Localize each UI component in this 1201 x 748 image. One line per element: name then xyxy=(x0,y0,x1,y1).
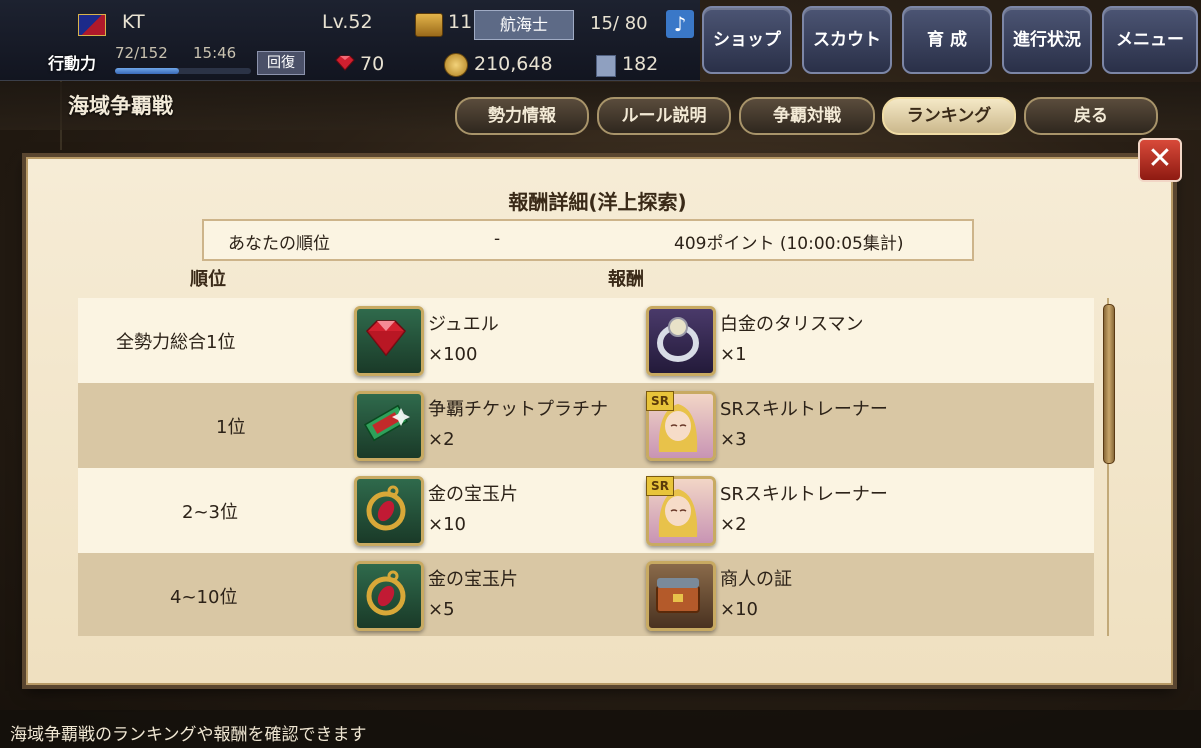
page-title: 海域争覇戦 xyxy=(68,94,173,118)
train-button[interactable]: 育 成 xyxy=(902,6,992,74)
action-power-bar xyxy=(115,68,251,74)
my-points: 409ポイント (10:00:05集計) xyxy=(674,234,904,254)
document-count: 182 xyxy=(622,53,659,75)
sr-badge: SR xyxy=(646,476,674,496)
faction-flag-icon xyxy=(78,14,106,36)
dialog-title: 報酬詳細(洋上探索) xyxy=(508,190,687,214)
reward-list[interactable]: 全勢力総合1位 ジュエル ×100 白金のタリスマン ×1 1位 争覇チケットプ… xyxy=(78,298,1094,636)
tab-battle[interactable]: 争覇対戦 xyxy=(739,97,875,135)
gold-count: 210,648 xyxy=(474,53,553,75)
rank-label: 全勢力総合1位 xyxy=(116,332,236,353)
action-power-value: 72/152 xyxy=(115,44,168,62)
reward-qty: ×2 xyxy=(428,429,455,450)
crew-count: 15/ 80 xyxy=(590,13,648,34)
column-rank-header: 順位 xyxy=(190,269,226,290)
reward-name: 争覇チケットプラチナ xyxy=(428,399,608,420)
reward-name: SRスキルトレーナー xyxy=(720,484,888,505)
progress-button[interactable]: 進行状況 xyxy=(1002,6,1092,74)
platinum-talisman-icon xyxy=(646,306,716,376)
list-scrollbar[interactable] xyxy=(1101,298,1115,636)
action-power-fill xyxy=(115,68,179,74)
tab-ranking[interactable]: ランキング xyxy=(882,97,1016,135)
chest-count: 11 xyxy=(448,11,473,33)
shop-button[interactable]: ショップ xyxy=(702,6,792,74)
rank-label: 1位 xyxy=(216,417,246,438)
ticket-icon xyxy=(354,391,424,461)
column-reward-header: 報酬 xyxy=(608,269,644,290)
reward-qty: ×10 xyxy=(720,599,758,620)
gold-coin-icon xyxy=(444,53,468,77)
player-name: KT xyxy=(122,11,145,33)
gold-gem-fragment-icon xyxy=(354,561,424,631)
music-icon[interactable]: ♪ xyxy=(666,10,694,38)
main-menu-button[interactable]: メニュー xyxy=(1102,6,1198,74)
my-rank-box: あなたの順位 - 409ポイント (10:00:05集計) xyxy=(202,219,974,261)
reward-qty: ×3 xyxy=(720,429,747,450)
rank-label: 4~10位 xyxy=(170,587,238,608)
sr-badge: SR xyxy=(646,391,674,411)
gold-gem-fragment-icon xyxy=(354,476,424,546)
reward-qty: ×100 xyxy=(428,344,478,365)
jewel-currency-icon xyxy=(335,55,355,71)
scroll-thumb[interactable] xyxy=(1103,304,1115,464)
back-button[interactable]: 戻る xyxy=(1024,97,1158,135)
jewel-count: 70 xyxy=(360,53,385,75)
my-rank-label: あなたの順位 xyxy=(228,234,330,254)
reward-qty: ×5 xyxy=(428,599,455,620)
reward-row: 全勢力総合1位 ジュエル ×100 白金のタリスマン ×1 xyxy=(78,298,1094,383)
reward-qty: ×10 xyxy=(428,514,466,535)
action-recover-time: 15:46 xyxy=(193,44,237,62)
rank-label: 2~3位 xyxy=(182,502,238,523)
rank-badge: 航海士 xyxy=(474,10,574,40)
sr-trainer-portrait-icon: SR xyxy=(646,391,716,461)
action-power-label: 行動力 xyxy=(48,54,97,73)
player-level: Lv.52 xyxy=(322,11,373,33)
tab-rules[interactable]: ルール説明 xyxy=(597,97,731,135)
footer-hint: 海域争覇戦のランキングや報酬を確認できます xyxy=(10,725,367,745)
reward-row: 1位 争覇チケットプラチナ ×2 SR SRスキルトレーナー ×3 xyxy=(78,383,1094,468)
reward-name: SRスキルトレーナー xyxy=(720,399,888,420)
reward-name: ジュエル xyxy=(428,314,499,335)
my-rank-value: - xyxy=(494,229,501,249)
document-icon xyxy=(596,55,616,77)
merchant-proof-icon xyxy=(646,561,716,631)
reward-name: 金の宝玉片 xyxy=(428,569,518,590)
reward-name: 白金のタリスマン xyxy=(720,314,864,335)
reward-name: 金の宝玉片 xyxy=(428,484,518,505)
reward-qty: ×1 xyxy=(720,344,747,365)
recover-button[interactable]: 回復 xyxy=(257,51,305,75)
sr-trainer-portrait-icon: SR xyxy=(646,476,716,546)
reward-qty: ×2 xyxy=(720,514,747,535)
tab-faction-info[interactable]: 勢力情報 xyxy=(455,97,589,135)
scout-button[interactable]: スカウト xyxy=(802,6,892,74)
reward-row: 2~3位 金の宝玉片 ×10 SR SRスキルトレーナー ×2 xyxy=(78,468,1094,553)
chest-icon xyxy=(415,13,443,37)
close-icon[interactable]: ✕ xyxy=(1138,138,1182,182)
reward-name: 商人の証 xyxy=(720,569,792,590)
jewel-icon xyxy=(354,306,424,376)
reward-row: 4~10位 金の宝玉片 ×5 商人の証 ×10 xyxy=(78,553,1094,636)
